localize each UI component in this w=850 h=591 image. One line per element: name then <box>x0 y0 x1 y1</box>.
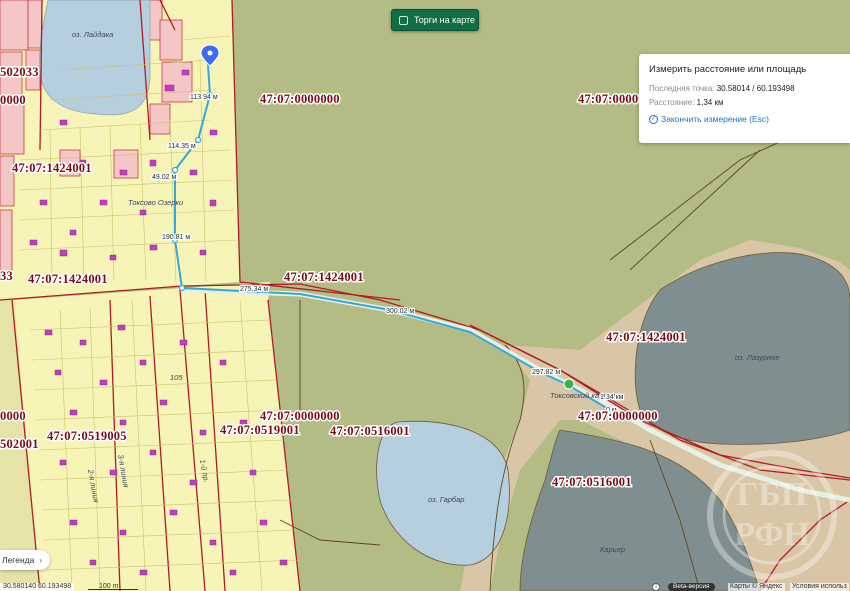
chevron-right-icon: › <box>39 555 42 565</box>
segment-label-6: 300.02 м <box>386 308 414 315</box>
distance-row: Расстояние: 1,34 км <box>649 98 840 107</box>
last-point-value: 30.58014 / 60.193498 <box>716 84 795 93</box>
parcel-label: 47:07:1424001 <box>12 161 92 175</box>
segment-label-5: 275.34 м <box>240 286 268 293</box>
last-point-label: Последняя точка: <box>649 84 715 93</box>
svg-text:ГБП: ГБП <box>737 476 808 513</box>
place-label-toksovo-ozerki: Токсово Озерки <box>128 198 184 207</box>
parcel-label: 47:07:0000000 <box>260 409 340 423</box>
parcel-label: 47:07:0516001 <box>552 475 632 489</box>
lake-laidaka <box>39 0 151 116</box>
last-point-row: Последняя точка: 30.58014 / 60.193498 <box>649 84 840 93</box>
parcel-label: 47:07:0000000 <box>578 409 658 423</box>
svg-text:РФН: РФН <box>734 516 810 553</box>
beta-badge[interactable]: Beta-версия <box>668 583 715 591</box>
finish-measure-label: Закончить измерение (Esc) <box>661 114 769 124</box>
measure-title: Измерить расстояние или площадь <box>649 64 807 75</box>
parcel-label: 33 <box>0 269 13 283</box>
finish-measure-link[interactable]: ✓ Закончить измерение (Esc) <box>649 114 840 124</box>
legend-button[interactable]: Легенда › <box>0 550 50 570</box>
info-icon[interactable]: i <box>652 583 660 591</box>
place-label-lazurnoe: оз. Лазурное <box>735 353 780 362</box>
place-label-garbar: оз. Гарбар <box>428 495 464 504</box>
place-label-laidaka: оз. Лайдака <box>72 30 113 39</box>
parcel-label: 0000 <box>0 409 26 423</box>
bottom-status-bar: 30.580140 60.193498 100 m i Beta-версия … <box>0 583 850 591</box>
torgi-label: Торги на карте <box>414 15 476 25</box>
quarry-marker-icon[interactable] <box>563 378 575 390</box>
house-number-label: 105 <box>170 373 183 382</box>
segment-label-1: 113.94 м <box>190 94 218 101</box>
legend-label: Легенда <box>2 555 35 565</box>
cursor-coordinates: 30.580140 60.193498 <box>0 583 75 591</box>
segment-label-3: 49.02 м <box>152 174 176 181</box>
parcel-label: 502001 <box>0 437 39 451</box>
parcel-label: 47:07:1424001 <box>284 270 364 284</box>
parcel-label: 47:07:0516001 <box>330 424 410 438</box>
segment-label-7: 297.82 м <box>532 369 560 376</box>
check-circle-icon: ✓ <box>649 114 658 124</box>
segment-label-8: 1.34 км <box>600 394 624 401</box>
checkbox-icon[interactable] <box>399 15 408 25</box>
distance-value: 1,34 км <box>696 98 724 107</box>
torgi-toggle-button[interactable]: Торги на карте <box>391 9 479 31</box>
parcel-label: 47:07:0519001 <box>220 423 300 437</box>
place-label-quarry: Карьер <box>600 545 625 554</box>
parcel-label: 47:07:1424001 <box>606 330 686 344</box>
parcel-label: 47:07:1424001 <box>28 272 108 286</box>
segment-label-4: 190.81 м <box>162 234 190 241</box>
parcel-label: 502033 <box>0 65 39 79</box>
copyright-link[interactable]: Карты © Яндекс <box>728 583 785 591</box>
measure-panel: Измерить расстояние или площадь Последня… <box>639 54 850 143</box>
parcel-label: 0000 <box>0 93 26 107</box>
parcel-label: 47:07:0519005 <box>47 429 127 443</box>
segment-label-2: 114.35 м <box>168 143 196 150</box>
distance-label: Расстояние: <box>649 98 695 107</box>
parcel-label: 47:07:0000000 <box>260 92 340 106</box>
scale-label: 100 m <box>99 583 119 590</box>
terms-link[interactable]: Условия использ <box>790 583 849 591</box>
